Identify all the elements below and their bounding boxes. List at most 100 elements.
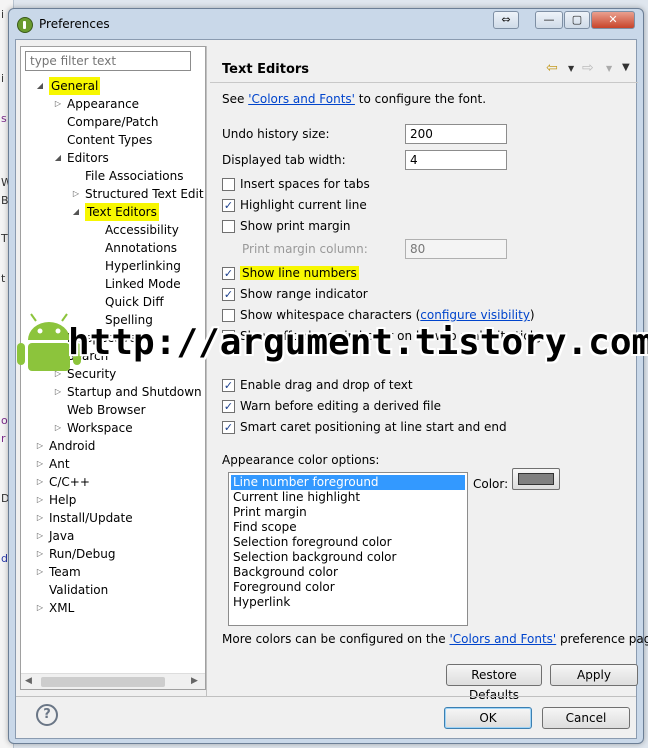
footer-separator [16,696,636,697]
checkbox-label-text: Insert spaces for tabs [240,177,370,191]
color-options-list[interactable]: Line number foreground Current line highl… [228,472,468,626]
tree-item[interactable]: ◢ General [21,77,205,95]
color-option-item[interactable]: Current line highlight [231,490,465,505]
tree-item[interactable]: Web Browser [21,401,205,419]
collapsed-arrow-icon[interactable]: ▷ [71,185,81,203]
collapsed-arrow-icon[interactable]: ▷ [35,563,45,581]
tree-item[interactable]: Hyperlinking [21,257,205,275]
intro-text: See 'Colors and Fonts' to configure the … [222,92,486,106]
forward-arrow-icon[interactable]: ⇨ [582,60,594,76]
color-option-item[interactable]: Find scope [231,520,465,535]
checked-checkbox[interactable]: ✓ [222,421,235,434]
collapsed-arrow-icon[interactable]: ▷ [35,455,45,473]
colors-fonts-page-link[interactable]: 'Colors and Fonts' [449,632,556,646]
color-option-item[interactable]: Hyperlink [231,595,465,610]
checked-checkbox[interactable]: ✓ [222,400,235,413]
collapsed-arrow-icon[interactable]: ▷ [35,545,45,563]
checkbox-label: Insert spaces for tabs [240,177,370,191]
tree-item-label: Accessibility [105,223,179,237]
checkbox-label: Show line numbers [240,266,359,280]
scroll-left-icon[interactable]: ◀ [25,676,32,686]
collapsed-arrow-icon[interactable]: ▷ [35,491,45,509]
tree-item[interactable]: ▷ Install/Update [21,509,205,527]
tree-item[interactable]: ▷ C/C++ [21,473,205,491]
collapsed-arrow-icon[interactable]: ▷ [35,527,45,545]
tree-item[interactable]: Compare/Patch [21,113,205,131]
collapsed-arrow-icon[interactable]: ▷ [53,95,63,113]
undo-history-input[interactable]: 200 [405,124,507,144]
expanded-arrow-icon[interactable]: ◢ [35,77,45,95]
color-option-item[interactable]: Background color [231,565,465,580]
maximize-button[interactable]: ▢ [564,11,590,29]
color-picker-button[interactable] [512,468,560,490]
tree-item[interactable]: ▷ XML [21,599,205,617]
collapsed-arrow-icon[interactable]: ▷ [53,419,63,437]
print-margin-input[interactable]: 80 [405,239,507,259]
expanded-arrow-icon[interactable]: ◢ [53,149,63,167]
collapsed-arrow-icon[interactable]: ▷ [35,509,45,527]
minimize-button[interactable]: — [535,11,563,29]
tab-width-input[interactable]: 4 [405,150,507,170]
tree-item[interactable]: ◢ Text Editors [21,203,205,221]
close-button[interactable]: ✕ [591,11,635,29]
color-option-item[interactable]: Print margin [231,505,465,520]
view-menu-icon[interactable]: ▼ [622,62,630,73]
tree-item[interactable]: ▷ Android [21,437,205,455]
back-dropdown-icon[interactable]: ▼ [568,64,574,73]
tree-item[interactable]: Linked Mode [21,275,205,293]
tree-item[interactable]: Accessibility [21,221,205,239]
restore-size-button[interactable]: ⇔ [493,11,519,29]
collapsed-arrow-icon[interactable]: ▷ [35,599,45,617]
tree-item[interactable]: File Associations [21,167,205,185]
tree-item[interactable]: ▷ Ant [21,455,205,473]
tree-item-label: Web Browser [67,403,146,417]
tree-item[interactable]: ▷ Run/Debug [21,545,205,563]
back-arrow-icon[interactable]: ⇦ [546,60,558,76]
checkbox-label-text: Show print margin [240,219,351,233]
apply-button[interactable]: Apply [550,664,638,686]
expanded-arrow-icon[interactable]: ◢ [71,203,81,221]
collapsed-arrow-icon[interactable]: ▷ [35,437,45,455]
cancel-button[interactable]: Cancel [542,707,630,729]
tree-horizontal-scrollbar[interactable]: ◀ ▶ [21,673,205,689]
tree-item[interactable]: Annotations [21,239,205,257]
tree-item[interactable]: ▷ Java [21,527,205,545]
checkbox-label: Show print margin [240,219,351,233]
color-option-item[interactable]: Selection foreground color [231,535,465,550]
header-separator [210,82,638,83]
title-bar[interactable]: Preferences ⇔ — ▢ ✕ [9,9,643,37]
color-option-item[interactable]: Foreground color [231,580,465,595]
tree-item[interactable]: ▷ Structured Text Edit [21,185,205,203]
checkbox-label: Warn before editing a derived file [240,399,441,413]
background-glyph: i [1,72,5,85]
scrollbar-thumb[interactable] [41,677,165,687]
tree-item[interactable]: ▷ Workspace [21,419,205,437]
tree-item-label: Android [49,439,96,453]
checked-checkbox[interactable]: ✓ [222,199,235,212]
tree-item-label: Install/Update [49,511,133,525]
checked-checkbox[interactable]: ✓ [222,267,235,280]
background-glyph: r [1,432,6,445]
unchecked-checkbox[interactable] [222,178,235,191]
restore-defaults-button[interactable]: Restore Defaults [446,664,542,702]
color-option-item[interactable]: Line number foreground [231,475,465,490]
background-glyph: t [1,272,6,285]
tree-item[interactable]: ◢ Editors [21,149,205,167]
ok-button[interactable]: OK [444,707,532,729]
tree-item[interactable]: Validation [21,581,205,599]
forward-dropdown-icon[interactable]: ▼ [606,64,612,73]
scroll-right-icon[interactable]: ▶ [191,676,198,686]
tree-item[interactable]: ▷ Team [21,563,205,581]
tree-item[interactable]: ▷ Appearance [21,95,205,113]
tree-item[interactable]: ▷ Help [21,491,205,509]
color-option-item[interactable]: Selection background color [231,550,465,565]
tree-item-label: Validation [49,583,109,597]
tree-item[interactable]: Content Types [21,131,205,149]
intro-suffix: to configure the font. [354,92,487,106]
collapsed-arrow-icon[interactable]: ▷ [35,473,45,491]
help-icon[interactable]: ? [36,704,58,726]
unchecked-checkbox[interactable] [222,220,235,233]
filter-input[interactable] [25,51,191,71]
more-colors-suffix: preference page. [560,632,648,646]
colors-fonts-link[interactable]: 'Colors and Fonts' [248,92,355,106]
